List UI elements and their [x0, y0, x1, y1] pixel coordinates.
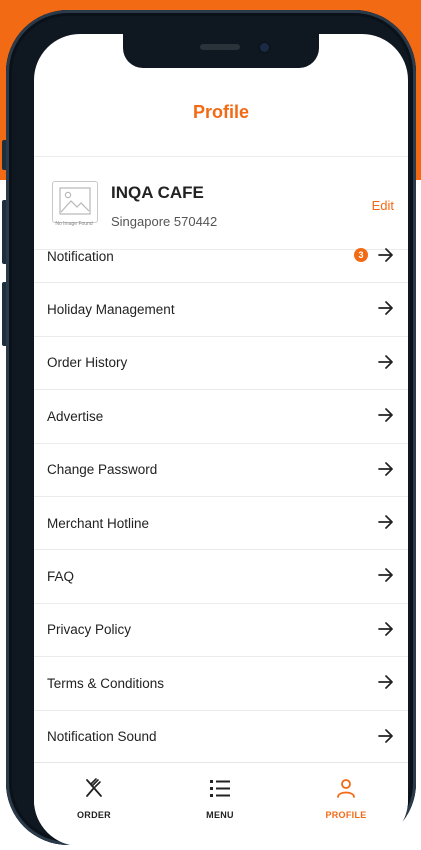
arrow-right-icon: [378, 728, 393, 743]
menu-item-label: Order History: [47, 355, 128, 371]
arrow-right-icon: [378, 675, 393, 689]
tab-label: PROFILE: [325, 810, 367, 820]
menu-item-terms-conditions[interactable]: Terms & Conditions: [34, 657, 408, 711]
menu-item-faq[interactable]: FAQ: [34, 550, 408, 604]
front-camera: [260, 43, 269, 52]
menu-item-merchant-hotline[interactable]: Merchant Hotline: [34, 497, 408, 551]
menu-item-label: FAQ: [47, 569, 75, 585]
phone-frame: Profile No Image Found INQA CAFE Singapo…: [6, 10, 416, 846]
menu-item-label: Terms & Conditions: [47, 675, 165, 691]
arrow-right-icon: [378, 621, 393, 636]
menu-item-order-history[interactable]: Order History: [34, 337, 408, 391]
page-title: Profile: [192, 101, 249, 122]
arrow-right-icon: [378, 568, 393, 583]
speaker: [200, 44, 240, 50]
screen: Profile No Image Found INQA CAFE Singapo…: [34, 34, 408, 846]
arrow-right-icon: [378, 461, 393, 476]
tab-label: MENU: [206, 810, 234, 820]
list-icon: [210, 780, 230, 797]
notification-count-badge: 3: [354, 248, 368, 262]
menu-item-advertise[interactable]: Advertise: [34, 390, 408, 444]
arrow-right-icon: [378, 248, 393, 262]
arrow-right-icon: [378, 408, 393, 423]
arrow-right-icon: [378, 354, 393, 369]
menu-item-notification-sound[interactable]: Notification Sound: [34, 711, 408, 764]
menu-item-change-password[interactable]: Change Password: [34, 444, 408, 497]
menu-item-label: Notification: [47, 248, 114, 264]
utensils-icon: [86, 778, 102, 797]
tab-profile[interactable]: PROFILE: [306, 777, 386, 820]
profile-menu-list: Notification 3 Holiday Management Order …: [34, 230, 408, 764]
user-icon: [337, 779, 355, 798]
image-placeholder-icon: [52, 181, 98, 223]
arrow-right-icon: [378, 515, 393, 529]
shop-address: Singapore 570442: [111, 214, 218, 229]
tab-label: ORDER: [76, 810, 111, 820]
edit-profile-link[interactable]: Edit: [372, 198, 394, 213]
menu-item-label: Change Password: [47, 462, 158, 478]
image-placeholder-caption: No Image Found: [55, 221, 93, 227]
menu-item-label: Privacy Policy: [47, 622, 132, 638]
menu-item-label: Merchant Hotline: [47, 515, 150, 531]
bottom-tab-bar: ORDER MENU PROFILE: [34, 762, 408, 846]
menu-item-label: Holiday Management: [47, 302, 175, 318]
menu-item-label: Notification Sound: [47, 729, 157, 745]
menu-item-label: Advertise: [47, 408, 104, 424]
tab-order[interactable]: ORDER: [54, 777, 134, 820]
menu-item-privacy-policy[interactable]: Privacy Policy: [34, 604, 408, 658]
arrow-right-icon: [378, 301, 393, 316]
notch: [123, 34, 319, 68]
tab-menu[interactable]: MENU: [180, 777, 260, 820]
menu-item-holiday-management[interactable]: Holiday Management: [34, 283, 408, 337]
menu-item-notification[interactable]: Notification 3: [34, 230, 408, 284]
shop-name: INQA CAFE: [111, 183, 204, 202]
